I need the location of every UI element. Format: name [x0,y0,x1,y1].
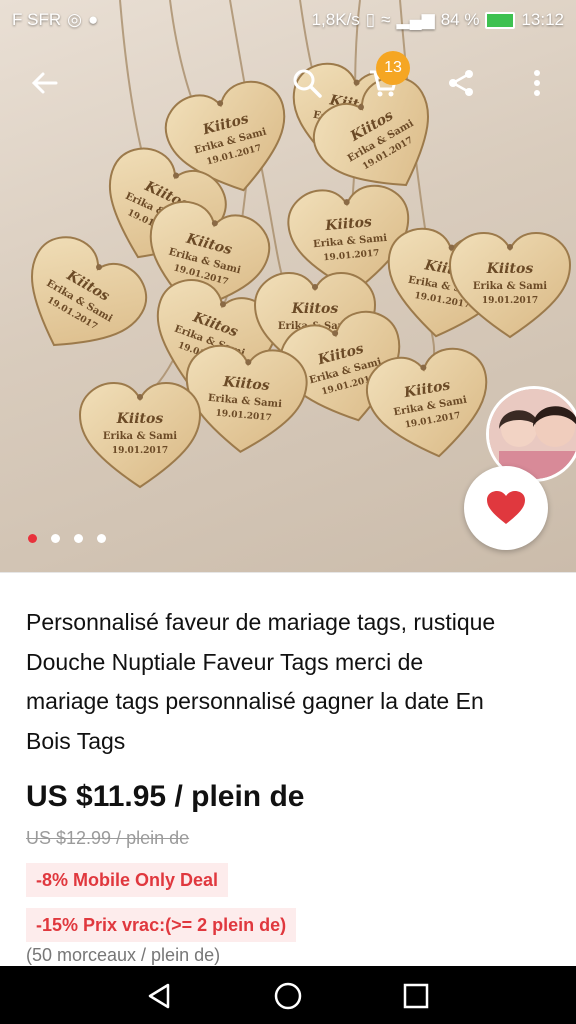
svg-text:Erika & Sami: Erika & Sami [473,281,547,292]
nav-recents-icon [403,983,429,1009]
svg-text:19.01.2017: 19.01.2017 [482,296,538,306]
title-line: Bois Tags [26,727,126,754]
gallery-dot[interactable] [74,534,83,543]
search-button[interactable] [284,60,330,106]
network-speed: 1,8K/s [311,10,360,29]
svg-text:Erika & Sami: Erika & Sami [103,431,177,442]
favorite-button[interactable] [464,466,548,550]
wooden-heart-tag: Kiitos Erika & Sami 19.01.2017 [78,381,202,489]
current-price: US $11.95 / plein de [26,780,305,813]
cart-count-badge: 13 [376,51,410,85]
bulk-price-badge[interactable]: -15% Prix vrac:(>= 2 plein de) [26,908,297,942]
nav-back-button[interactable] [140,976,180,1016]
gallery-dot[interactable] [28,534,37,543]
gallery-dot[interactable] [97,534,106,543]
mobile-deal-badge: -8% Mobile Only Deal [26,863,229,897]
heart-icon [487,491,525,524]
system-navigation-bar [0,966,576,1024]
gallery-pagination [28,534,106,543]
search-icon [293,69,322,98]
svg-text:Kiitos: Kiitos [116,411,164,427]
original-price: US $12.99 / plein de [26,828,190,848]
status-bar: F SFR ◎ ● 1,8K/s ▯ ≈ ▂▄▆ 84 % 13:12 [0,0,576,40]
share-button[interactable] [438,60,484,106]
battery-level: 84 % [440,10,480,29]
share-icon [449,70,473,96]
nav-recents-button[interactable] [396,976,436,1016]
title-line: Douche Nuptiale Faveur Tags merci de [26,648,424,675]
wifi-icon: ≈ [381,10,391,29]
product-details: Personnalisé faveur de mariage tags, rus… [0,572,576,967]
lot-size-info: (50 morceaux / plein de) [26,945,221,965]
svg-text:Kiitos: Kiitos [291,301,339,317]
svg-text:19.01.2017: 19.01.2017 [112,446,168,456]
clock: 13:12 [521,10,564,29]
chat-icon: ● [87,10,99,29]
title-line: Personnalisé faveur de mariage tags, rus… [26,609,496,635]
more-options-button[interactable] [514,60,560,106]
nav-home-icon [274,982,302,1010]
nav-back-icon [148,983,170,1009]
messenger-icon: ◎ [67,10,82,29]
battery-icon [485,11,516,29]
title-line: mariage tags personnalisé gagner la date… [26,688,484,714]
product-title: Personnalisé faveur de mariage tags, rus… [26,603,556,761]
svg-text:Kiitos: Kiitos [486,261,534,277]
nav-home-button[interactable] [268,976,308,1016]
vibrate-icon: ▯ [365,10,376,29]
more-icon [534,70,540,96]
back-button[interactable] [22,60,68,106]
product-image-gallery[interactable]: Kiitos Erika & Sami 19.01.2017 Kiitos Erika … [0,0,576,572]
wooden-heart-tag: KiitosErika & Sami19.01.2017 [185,344,308,453]
signal-icon: ▂▄▆ [396,10,435,29]
gallery-dot[interactable] [51,534,60,543]
top-toolbar [0,48,576,118]
carrier-label: F SFR [12,10,62,29]
back-arrow-icon [31,72,58,94]
